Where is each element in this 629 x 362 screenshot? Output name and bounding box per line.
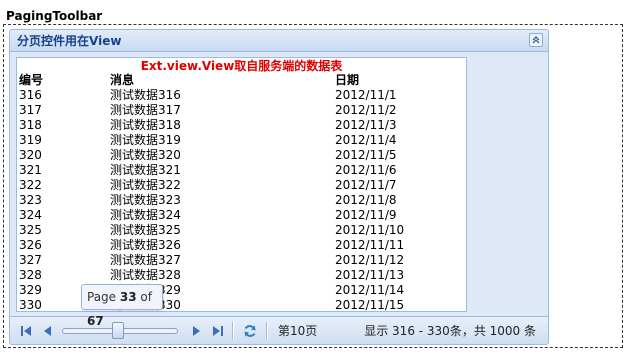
data-rows: 316 测试数据316 2012/11/1 317 测试数据317 2012/11/2 31… [17,88,466,312]
item-id: 320 [19,148,42,162]
first-page-icon [21,326,31,336]
item-date: 2012/11/3 [335,118,397,132]
item-date: 2012/11/6 [335,163,397,177]
next-page-icon [193,326,200,336]
item-date: 2012/11/15 [335,298,405,312]
list-item[interactable]: 317 测试数据317 2012/11/2 [17,103,466,118]
view-title: Ext.view.View取自服务端的数据表 [140,59,343,73]
item-id: 321 [19,163,42,177]
refresh-button[interactable] [242,323,258,339]
first-page-button[interactable] [18,323,34,339]
item-message: 测试数据324 [110,208,181,222]
slider-tooltip: Page 33 of 67 [81,284,163,328]
data-view: Ext.view.View取自服务端的数据表 编号 消息 日期 316 测试数据3… [16,57,467,312]
item-id: 318 [19,118,42,132]
next-page-button[interactable] [188,323,204,339]
item-date: 2012/11/5 [335,148,397,162]
column-header-date: 日期 [335,73,360,87]
item-id: 327 [19,253,42,267]
item-id: 316 [19,88,42,102]
list-item[interactable]: 320 测试数据320 2012/11/5 [17,148,466,163]
item-date: 2012/11/11 [335,238,405,252]
refresh-icon [244,325,256,337]
item-message: 测试数据318 [110,118,181,132]
list-item[interactable]: 319 测试数据319 2012/11/4 [17,133,466,148]
item-id: 328 [19,268,42,282]
list-item[interactable]: 323 测试数据323 2012/11/8 [17,193,466,208]
current-page-label: 第10页 [278,324,318,338]
collapse-button[interactable] [529,33,543,47]
list-item[interactable]: 327 测试数据327 2012/11/12 [17,253,466,268]
item-date: 2012/11/14 [335,283,405,297]
tooltip-prefix: Page [87,290,120,304]
page-slider-thumb[interactable] [111,322,124,339]
column-headers: 编号 消息 日期 [17,73,466,88]
item-date: 2012/11/1 [335,88,397,102]
tooltip-of: of [136,290,152,304]
item-message: 测试数据321 [110,163,181,177]
last-page-icon [213,326,223,336]
toolbar-separator [266,322,268,339]
tooltip-total-pages: 67 [87,314,104,328]
list-item[interactable]: 321 测试数据321 2012/11/6 [17,163,466,178]
list-item[interactable]: 326 测试数据326 2012/11/11 [17,238,466,253]
panel-header: 分页控件用在View [10,30,548,52]
item-id: 329 [19,283,42,297]
tooltip-current-page: 33 [119,290,137,304]
list-item[interactable]: 328 测试数据328 2012/11/13 [17,268,466,283]
item-id: 330 [19,298,42,312]
item-date: 2012/11/7 [335,178,397,192]
item-date: 2012/11/12 [335,253,405,267]
item-date: 2012/11/10 [335,223,405,237]
item-id: 323 [19,193,42,207]
item-message: 测试数据326 [110,238,181,252]
toolbar-separator [232,322,234,339]
item-date: 2012/11/9 [335,208,397,222]
item-id: 317 [19,103,42,117]
double-chevron-up-icon [532,36,540,44]
item-message: 测试数据316 [110,88,181,102]
last-page-button[interactable] [210,323,226,339]
page-title: PagingToolbar [6,9,103,23]
prev-page-button[interactable] [40,323,56,339]
display-info: 显示 316 - 330条，共 1000 条 [364,324,536,338]
list-item[interactable]: 316 测试数据316 2012/11/1 [17,88,466,103]
item-message: 测试数据327 [110,253,181,267]
prev-page-icon [44,326,51,336]
item-message: 测试数据320 [110,148,181,162]
item-message: 测试数据328 [110,268,181,282]
item-id: 324 [19,208,42,222]
item-message: 测试数据323 [110,193,181,207]
item-message: 测试数据322 [110,178,181,192]
list-item[interactable]: 322 测试数据322 2012/11/7 [17,178,466,193]
item-date: 2012/11/2 [335,103,397,117]
item-date: 2012/11/8 [335,193,397,207]
item-message: 测试数据325 [110,223,181,237]
column-header-id: 编号 [19,73,44,87]
item-message: 测试数据319 [110,133,181,147]
item-date: 2012/11/4 [335,133,397,147]
list-item[interactable]: 318 测试数据318 2012/11/3 [17,118,466,133]
item-message: 测试数据317 [110,103,181,117]
item-date: 2012/11/13 [335,268,405,282]
item-id: 326 [19,238,42,252]
item-id: 325 [19,223,42,237]
item-id: 319 [19,133,42,147]
column-header-message: 消息 [110,73,135,87]
item-id: 322 [19,178,42,192]
list-item[interactable]: 324 测试数据324 2012/11/9 [17,208,466,223]
panel-title: 分页控件用在View [17,34,122,48]
list-item[interactable]: 325 测试数据325 2012/11/10 [17,223,466,238]
